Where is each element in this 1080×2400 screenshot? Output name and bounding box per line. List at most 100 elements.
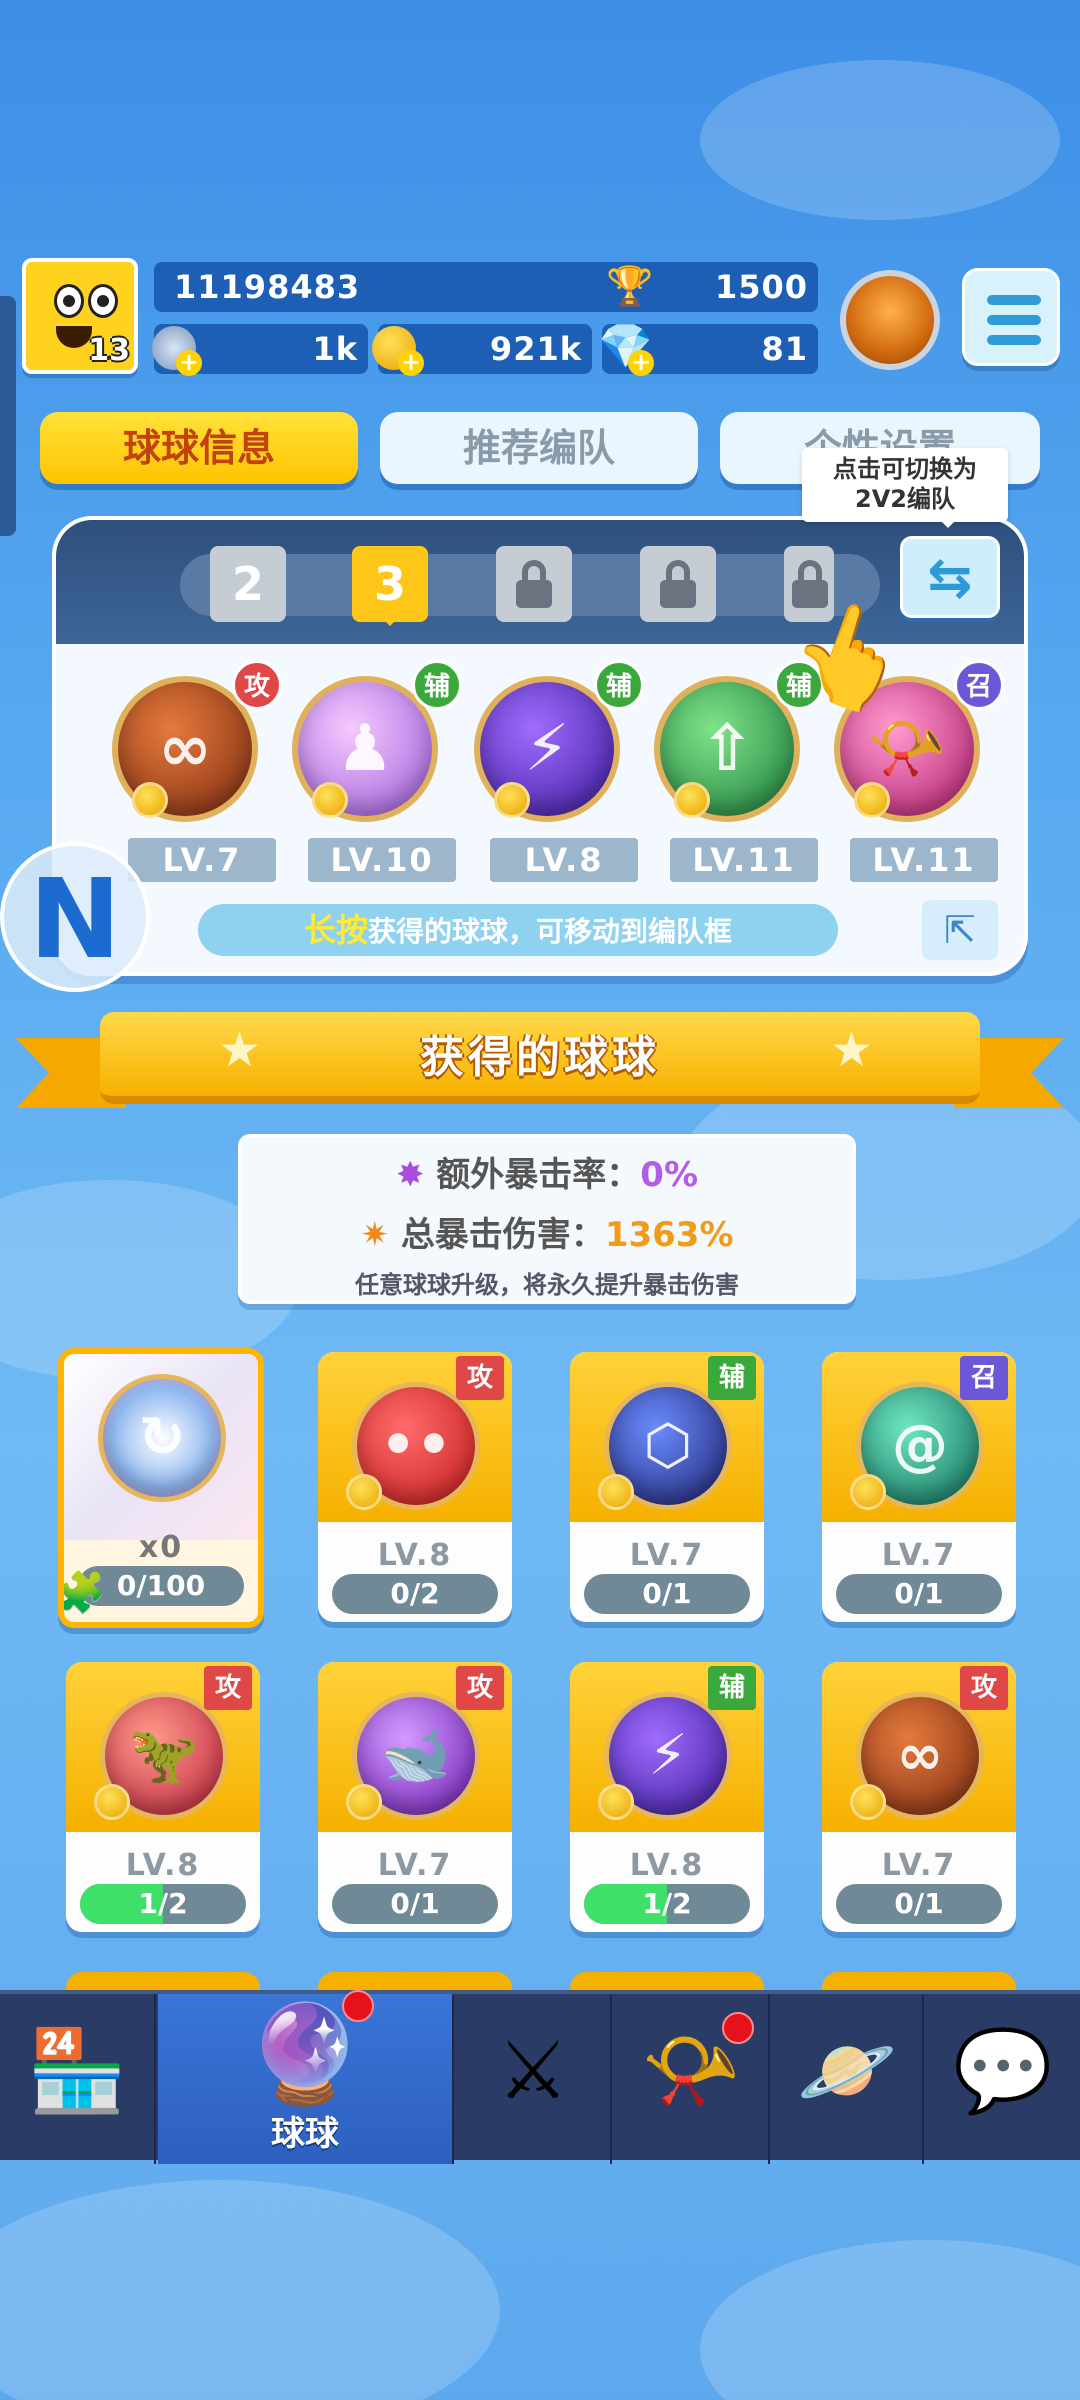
coin-icon bbox=[854, 782, 890, 818]
ball-card[interactable]: @ 召 LV.7 0/1 bbox=[822, 1352, 1016, 1622]
role-badge: 攻 bbox=[456, 1356, 504, 1400]
ball-card[interactable]: ⬡ 辅 LV.7 0/1 bbox=[570, 1352, 764, 1622]
chat-heart-icon: 💬 bbox=[953, 2024, 1053, 2117]
nav-events[interactable]: 📯 bbox=[614, 1994, 770, 2164]
progress-text: 0/1 bbox=[390, 1887, 440, 1920]
locked-slot[interactable] bbox=[496, 546, 572, 622]
coin-icon bbox=[598, 1784, 634, 1820]
progress-text: 0/2 bbox=[390, 1577, 440, 1610]
player-id: 11198483 bbox=[174, 268, 361, 306]
swap-mode-button[interactable]: ⇆ bbox=[900, 536, 1000, 618]
progress-text: 1/2 bbox=[642, 1887, 692, 1920]
notification-dot bbox=[722, 2012, 754, 2044]
crit-damage-label: 总暴击伤害： bbox=[400, 1215, 605, 1255]
side-tab[interactable] bbox=[0, 296, 16, 536]
coin-icon bbox=[346, 1784, 382, 1820]
player-id-bar: 11198483 🏆 1500 bbox=[154, 262, 818, 312]
card-level: LV.7 bbox=[881, 1848, 957, 1883]
nav-balls-label: 球球 bbox=[271, 2114, 339, 2154]
stars-bar[interactable]: + 1k bbox=[152, 324, 368, 376]
coin-icon bbox=[132, 782, 168, 818]
card-level: LV.8 bbox=[377, 1538, 453, 1573]
role-badge: 辅 bbox=[594, 660, 644, 710]
ball-card-partial bbox=[570, 1972, 764, 1990]
avatar-eye bbox=[54, 284, 84, 318]
card-level: LV.8 bbox=[629, 1848, 705, 1883]
crit-rate-icon: ✸ bbox=[395, 1155, 425, 1195]
team-ball-level: LV.8 bbox=[490, 838, 638, 882]
nav-battle[interactable]: ⚔ bbox=[456, 1994, 612, 2164]
swap-tooltip: 点击可切换为 2V2编队 bbox=[802, 448, 1008, 528]
role-badge: 攻 bbox=[232, 660, 282, 710]
trophy-count: 1500 bbox=[714, 268, 808, 306]
star-icon: ★ bbox=[218, 1022, 262, 1078]
gems-bar[interactable]: 💎 + 81 bbox=[598, 321, 818, 376]
role-badge: 辅 bbox=[708, 1666, 756, 1710]
hint-key: 长按 bbox=[303, 911, 368, 949]
gems-count: 81 bbox=[761, 330, 808, 368]
card-count: x0 bbox=[138, 1530, 184, 1565]
bottom-nav: 🏪 🔮 球球 ⚔ 📯 🪐 💬 bbox=[0, 1990, 1080, 2164]
rank-badge-icon[interactable] bbox=[840, 270, 940, 370]
progress-text: 0/1 bbox=[642, 1577, 692, 1610]
nav-shop[interactable]: 🏪 bbox=[0, 1994, 156, 2164]
ball-card-partial bbox=[822, 1972, 1016, 1990]
nav-social[interactable]: 💬 bbox=[926, 1994, 1080, 2164]
tab-recommended-team[interactable]: 推荐编队 bbox=[380, 412, 698, 484]
swirl-icon: ↻ bbox=[138, 1405, 186, 1470]
player-avatar[interactable]: 13 bbox=[22, 258, 138, 374]
coin-icon bbox=[494, 782, 530, 818]
share-icon[interactable]: ⇱ bbox=[922, 900, 998, 960]
crit-stats-box: ✸ 额外暴击率：0% ✷ 总暴击伤害：1363% 任意球球升级，将永久提升暴击伤… bbox=[238, 1134, 856, 1304]
ball-card[interactable]: ∞ 攻 LV.7 0/1 bbox=[822, 1662, 1016, 1932]
locked-slot[interactable] bbox=[640, 546, 716, 622]
add-coins-icon: + bbox=[398, 350, 424, 376]
ball-card[interactable]: 🦖 攻 LV.8 1/2 bbox=[66, 1662, 260, 1932]
team-ball-level: LV.11 bbox=[670, 838, 818, 882]
ball-card[interactable]: ↻ x0 0/100 🧩 bbox=[58, 1348, 264, 1628]
tooltip-line-2: 2V2编队 bbox=[855, 485, 955, 513]
role-badge: 攻 bbox=[204, 1666, 252, 1710]
crit-note: 任意球球升级，将永久提升暴击伤害 bbox=[355, 1271, 739, 1299]
crit-rate-label: 额外暴击率： bbox=[436, 1155, 641, 1195]
coin-icon bbox=[850, 1784, 886, 1820]
card-level: LV.7 bbox=[629, 1538, 705, 1573]
crit-damage-row: ✷ 总暴击伤害：1363% bbox=[241, 1207, 853, 1256]
long-press-hint: 长按获得的球球，可移动到编队框 bbox=[198, 904, 838, 956]
nav-balls[interactable]: 🔮 球球 bbox=[158, 1990, 454, 2164]
avatar-eye bbox=[88, 284, 118, 318]
coin-icon bbox=[598, 1474, 634, 1510]
card-progress: 0/1 bbox=[584, 1574, 750, 1614]
crit-damage-icon: ✷ bbox=[360, 1215, 389, 1255]
crit-damage-value: 1363% bbox=[604, 1215, 734, 1255]
crit-rate-row: ✸ 额外暴击率：0% bbox=[241, 1147, 853, 1196]
ball-card[interactable]: 🐋 攻 LV.7 0/1 bbox=[318, 1662, 512, 1932]
card-progress: 0/1 bbox=[836, 1574, 1002, 1614]
team-ball-level: LV.10 bbox=[308, 838, 456, 882]
coin-icon bbox=[674, 782, 710, 818]
coin-icon bbox=[346, 1474, 382, 1510]
card-level: LV.7 bbox=[881, 1538, 957, 1573]
nav-world[interactable]: 🪐 bbox=[772, 1994, 924, 2164]
swap-arrows-icon: ⇆ bbox=[927, 546, 973, 609]
ball-card-partial bbox=[318, 1972, 512, 1990]
coins-bar[interactable]: + 921k bbox=[372, 324, 592, 376]
crit-rate-value: 0% bbox=[640, 1155, 699, 1195]
floating-assistant-icon[interactable]: N bbox=[0, 842, 150, 992]
ball-card[interactable]: •• 攻 LV.8 0/2 bbox=[318, 1352, 512, 1622]
coin-icon bbox=[312, 782, 348, 818]
team-slot-2[interactable]: 2 bbox=[210, 546, 286, 622]
avatar-mouth bbox=[56, 326, 92, 348]
add-gems-icon: + bbox=[628, 350, 654, 376]
role-badge: 攻 bbox=[960, 1666, 1008, 1710]
ball-card[interactable]: ⚡ 辅 LV.8 1/2 bbox=[570, 1662, 764, 1932]
tab-ball-info[interactable]: 球球信息 bbox=[40, 412, 358, 484]
team-slot-3[interactable]: 3 bbox=[352, 546, 428, 626]
ball-card-partial bbox=[66, 1972, 260, 1990]
hint-text: 获得的球球，可移动到编队框 bbox=[368, 915, 733, 948]
menu-button[interactable] bbox=[962, 268, 1060, 366]
crossed-swords-icon: ⚔ bbox=[497, 2024, 569, 2117]
card-progress: 0/1 bbox=[836, 1884, 1002, 1924]
role-badge: 召 bbox=[960, 1356, 1008, 1400]
coins-count: 921k bbox=[489, 330, 582, 368]
